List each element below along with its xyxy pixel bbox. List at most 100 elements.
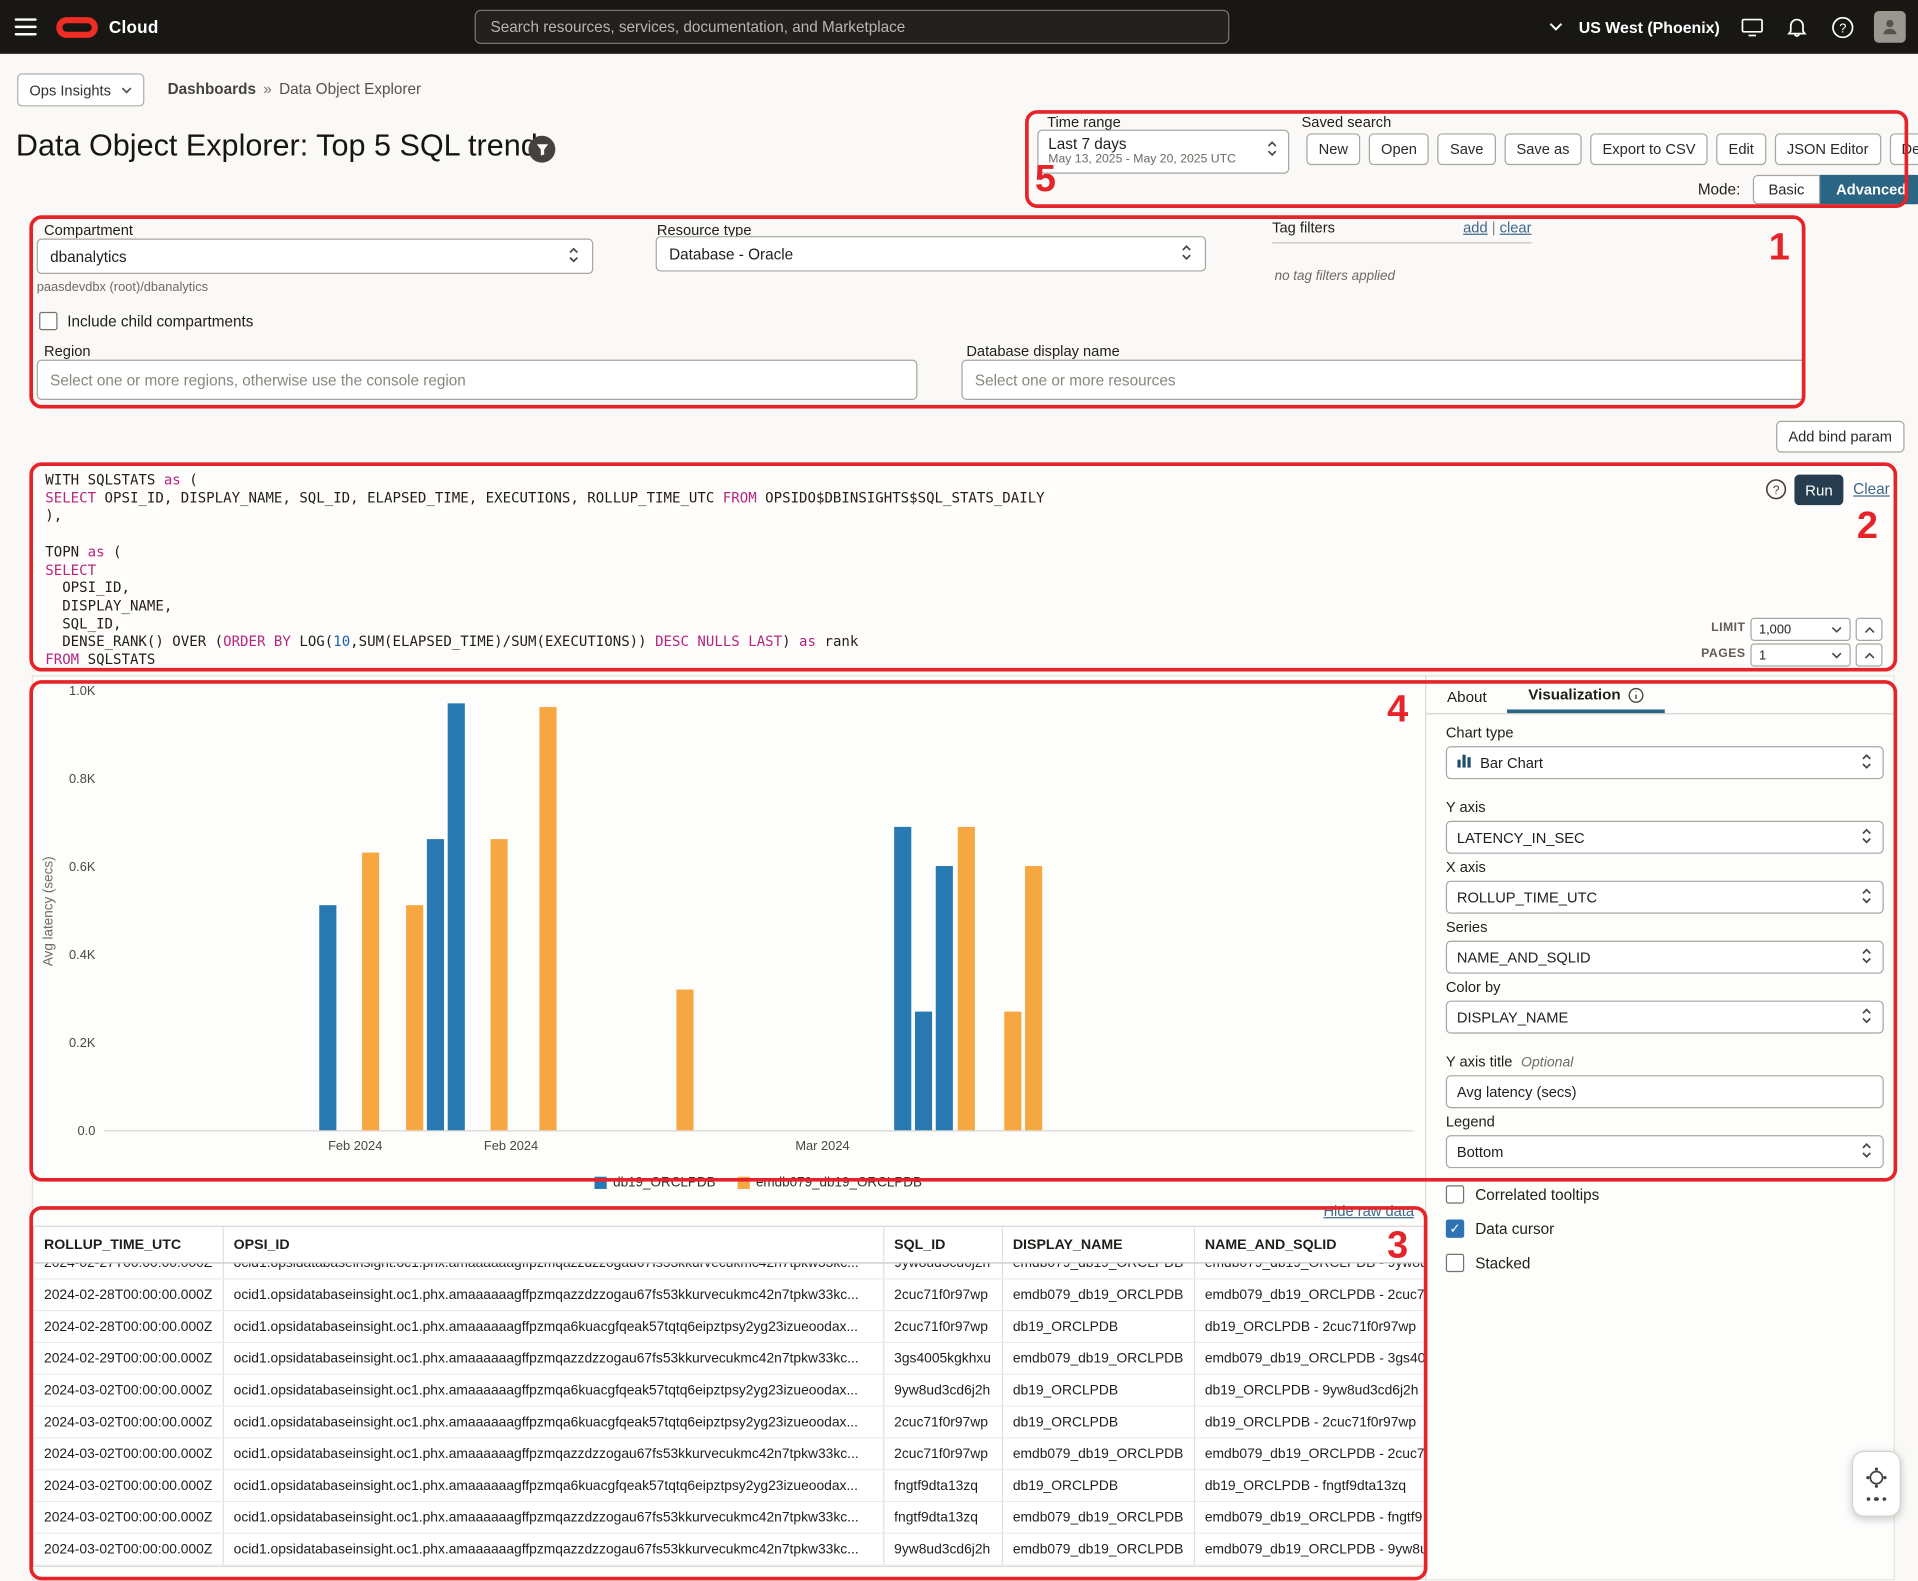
hide-raw-data-link[interactable]: Hide raw data — [1323, 1202, 1414, 1219]
table-row[interactable]: 2024-03-02T00:00:00.000Zocid1.opsidataba… — [34, 1438, 1424, 1470]
time-range-select[interactable]: Last 7 days May 13, 2025 - May 20, 2025 … — [1037, 130, 1289, 174]
checkbox-label: Correlated tooltips — [1475, 1186, 1599, 1203]
notifications-bell-icon[interactable] — [1783, 13, 1810, 40]
table-header: ROLLUP_TIME_UTCOPSI_IDSQL_IDDISPLAY_NAME… — [34, 1227, 1424, 1264]
global-search-input[interactable] — [475, 10, 1230, 44]
app-selector-ops-insights[interactable]: Ops Insights — [17, 73, 144, 106]
saved-search-export-to-csv-button[interactable]: Export to CSV — [1590, 133, 1707, 165]
column-header-opsi-id[interactable]: OPSI_ID — [224, 1227, 885, 1262]
region-selector[interactable]: US West (Phoenix) — [1542, 13, 1720, 40]
clear-link[interactable]: Clear — [1853, 481, 1890, 498]
check-row-correlated-tooltips[interactable]: Correlated tooltips — [1446, 1185, 1599, 1203]
legend-item-db19-orclpdb[interactable]: db19_ORCLPDB — [595, 1176, 716, 1191]
x-axis-select[interactable]: ROLLUP_TIME_UTC — [1446, 881, 1884, 914]
include-child-compartments[interactable]: Include child compartments — [39, 312, 253, 330]
table-row[interactable]: 2024-02-28T00:00:00.000Zocid1.opsidataba… — [34, 1279, 1424, 1311]
chart-bar-emdb079-db19-orclpdb[interactable] — [406, 906, 423, 1131]
table-row[interactable]: 2024-03-02T00:00:00.000Zocid1.opsidataba… — [34, 1534, 1424, 1566]
series-select[interactable]: NAME_AND_SQLID — [1446, 941, 1884, 974]
column-header-name-and-sqlid[interactable]: NAME_AND_SQLID — [1195, 1227, 1424, 1262]
bar-chart-plot[interactable] — [104, 691, 1413, 1131]
saved-search-json-editor-button[interactable]: JSON Editor — [1775, 133, 1881, 165]
table-row[interactable]: 2024-02-29T00:00:00.000Zocid1.opsidataba… — [34, 1343, 1424, 1375]
chart-bar-db19-orclpdb[interactable] — [319, 906, 336, 1131]
saved-search-new-button[interactable]: New — [1306, 133, 1360, 165]
table-row[interactable]: 2024-02-27T00:00:00.000Zocid1.opsidataba… — [34, 1264, 1424, 1280]
help-icon[interactable]: ? — [1829, 13, 1856, 40]
db-display-name-placeholder: Select one or more resources — [975, 371, 1176, 388]
chart-bar-db19-orclpdb[interactable] — [427, 840, 444, 1131]
saved-search-edit-button[interactable]: Edit — [1716, 133, 1766, 165]
table-row[interactable]: 2024-02-28T00:00:00.000Zocid1.opsidataba… — [34, 1311, 1424, 1343]
chart-bar-db19-orclpdb[interactable] — [936, 866, 953, 1130]
assistant-widget-button[interactable] — [1852, 1451, 1901, 1517]
user-avatar[interactable] — [1874, 11, 1906, 43]
sql-editor[interactable]: WITH SQLSTATS as (SELECT OPSI_ID, DISPLA… — [32, 462, 1895, 671]
app-selector-label: Ops Insights — [29, 81, 111, 98]
saved-search-open-button[interactable]: Open — [1369, 133, 1429, 165]
checkbox-correlated-tooltips[interactable] — [1446, 1185, 1464, 1203]
region-filter-input[interactable]: Select one or more regions, otherwise us… — [37, 360, 918, 400]
add-bind-param-button[interactable]: Add bind param — [1776, 421, 1904, 453]
filter-funnel-icon[interactable] — [528, 136, 555, 163]
breadcrumb-dashboards[interactable]: Dashboards — [168, 81, 256, 98]
chart-bar-emdb079-db19-orclpdb[interactable] — [1025, 866, 1042, 1130]
check-row-stacked[interactable]: Stacked — [1446, 1254, 1599, 1272]
annotation-number-1: 1 — [1769, 225, 1790, 269]
table-row[interactable]: 2024-03-02T00:00:00.000Zocid1.opsidataba… — [34, 1470, 1424, 1502]
chart-bar-emdb079-db19-orclpdb[interactable] — [362, 853, 379, 1130]
chart-bar-emdb079-db19-orclpdb[interactable] — [491, 840, 508, 1131]
viz-field-series: SeriesNAME_AND_SQLID — [1446, 919, 1884, 974]
pages-increment-button[interactable] — [1856, 643, 1883, 666]
tab-visualization[interactable]: Visualization — [1507, 680, 1664, 713]
saved-search-delete-button[interactable]: Delete — [1889, 133, 1918, 165]
legend-item-emdb079-db19-orclpdb[interactable]: emdb079_db19_ORCLPDB — [738, 1176, 922, 1191]
table-row[interactable]: 2024-03-02T00:00:00.000Zocid1.opsidataba… — [34, 1502, 1424, 1534]
oracle-cloud-logo[interactable]: Cloud — [56, 17, 158, 38]
y-axis-title-input[interactable]: Avg latency (secs) — [1446, 1075, 1884, 1108]
column-header-display-name[interactable]: DISPLAY_NAME — [1003, 1227, 1195, 1262]
limit-increment-button[interactable] — [1856, 618, 1883, 641]
chart-bar-emdb079-db19-orclpdb[interactable] — [958, 826, 975, 1130]
db-display-name-input[interactable]: Select one or more resources — [961, 360, 1805, 400]
y-axis-select[interactable]: LATENCY_IN_SEC — [1446, 821, 1884, 854]
resource-type-select[interactable]: Database - Oracle — [656, 236, 1206, 271]
checkbox-include-child-compartments[interactable] — [39, 312, 57, 330]
tag-clear-link[interactable]: clear — [1500, 219, 1532, 236]
chart-type-select[interactable]: Bar Chart — [1446, 746, 1884, 779]
cloud-shell-icon[interactable] — [1738, 13, 1765, 40]
tab-about[interactable]: About — [1426, 680, 1507, 713]
y-tick-label: 0.6K — [69, 860, 95, 875]
sql-help-icon[interactable]: ? — [1765, 478, 1787, 506]
limit-select[interactable]: 1,000 — [1750, 618, 1850, 641]
legend-select[interactable]: Bottom — [1446, 1135, 1884, 1168]
checkbox-data-cursor[interactable]: ✓ — [1446, 1220, 1464, 1238]
checkbox-stacked[interactable] — [1446, 1254, 1464, 1272]
mode-advanced-button[interactable]: Advanced — [1820, 175, 1918, 204]
saved-search-save-button[interactable]: Save — [1438, 133, 1496, 165]
color-by-select[interactable]: DISPLAY_NAME — [1446, 1001, 1884, 1034]
chart-bar-db19-orclpdb[interactable] — [447, 703, 464, 1130]
saved-search-save-as-button[interactable]: Save as — [1504, 133, 1582, 165]
table-row[interactable]: 2024-03-02T00:00:00.000Zocid1.opsidataba… — [34, 1375, 1424, 1407]
check-row-data-cursor[interactable]: ✓Data cursor — [1446, 1220, 1599, 1238]
mode-basic-button[interactable]: Basic — [1753, 175, 1821, 204]
table-cell: ocid1.opsidatabaseinsight.oc1.phx.amaaaa… — [224, 1343, 885, 1374]
chart-bar-db19-orclpdb[interactable] — [915, 1011, 932, 1130]
column-header-rollup-time-utc[interactable]: ROLLUP_TIME_UTC — [34, 1227, 224, 1262]
tag-add-link[interactable]: add — [1463, 219, 1488, 236]
chart-bar-emdb079-db19-orclpdb[interactable] — [539, 708, 556, 1131]
chart-bar-db19-orclpdb[interactable] — [894, 826, 911, 1130]
table-row[interactable]: 2024-03-02T00:00:00.000Zocid1.opsidataba… — [34, 1407, 1424, 1439]
hamburger-menu-icon[interactable] — [0, 0, 51, 54]
chart-bar-emdb079-db19-orclpdb[interactable] — [677, 989, 694, 1130]
run-button[interactable]: Run — [1794, 475, 1843, 506]
chart-bar-emdb079-db19-orclpdb[interactable] — [1004, 1011, 1021, 1130]
table-cell: fngtf9dta13zq — [884, 1502, 1003, 1533]
column-header-sql-id[interactable]: SQL_ID — [884, 1227, 1003, 1262]
compartment-select[interactable]: dbanalytics — [37, 239, 594, 274]
y-tick-label: 0.4K — [69, 948, 95, 963]
saved-search-label: Saved search — [1301, 114, 1391, 131]
pages-select[interactable]: 1 — [1750, 643, 1850, 666]
sql-code[interactable]: WITH SQLSTATS as (SELECT OPSI_ID, DISPLA… — [45, 471, 1044, 672]
